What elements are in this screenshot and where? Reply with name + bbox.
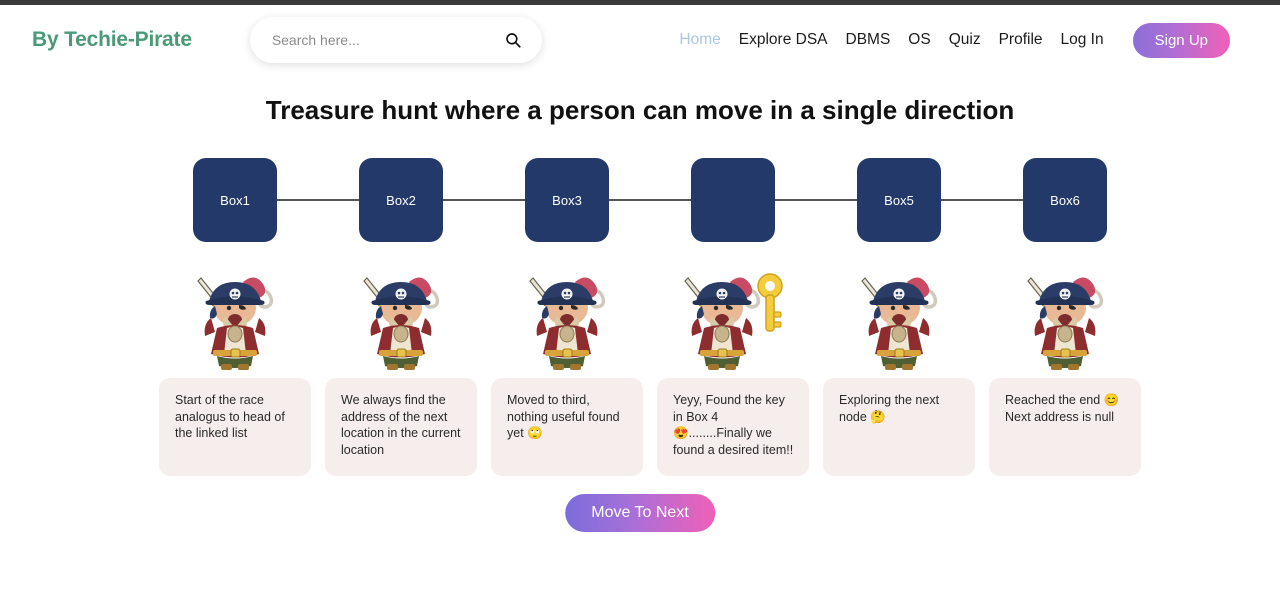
pirate-cell-4: [650, 258, 816, 370]
main-navigation: Home Explore DSA DBMS OS Quiz Profile Lo…: [670, 22, 1230, 58]
brand-logo[interactable]: By Techie-Pirate: [32, 28, 192, 52]
note-card-1: Start of the race analogus to head of th…: [159, 378, 311, 476]
search-bar[interactable]: [249, 17, 542, 63]
pirate-cell-5: [816, 258, 982, 370]
nav-item-profile[interactable]: Profile: [990, 31, 1052, 49]
note-cell: Yeyy, Found the key in Box 4 😍........Fi…: [650, 378, 816, 476]
pirate-cell-6: [982, 258, 1148, 370]
nav-item-home[interactable]: Home: [670, 31, 729, 49]
search-icon[interactable]: [504, 31, 522, 49]
nav-item-explore-dsa[interactable]: Explore DSA: [730, 31, 837, 49]
node-box-5[interactable]: Box5: [857, 158, 941, 242]
note-cell: Exploring the next node 🤔: [816, 378, 982, 476]
site-header: By Techie-Pirate Home Explore DSA DBMS O…: [0, 5, 1280, 75]
note-cell: Reached the end 😊 Next address is null: [982, 378, 1148, 476]
note-card-2: We always find the address of the next l…: [325, 378, 477, 476]
node-box-4[interactable]: [691, 158, 775, 242]
node-box-2[interactable]: Box2: [359, 158, 443, 242]
pirate-cell-3: [484, 258, 650, 370]
nav-item-quiz[interactable]: Quiz: [940, 31, 990, 49]
pirate-icon: [851, 262, 947, 370]
page-title: Treasure hunt where a person can move in…: [265, 95, 1015, 125]
node-box-1[interactable]: Box1: [193, 158, 277, 242]
pirate-icon: [519, 262, 615, 370]
nav-item-log-in[interactable]: Log In: [1052, 31, 1113, 49]
node-box-6[interactable]: Box6: [1023, 158, 1107, 242]
move-to-next-button[interactable]: Move To Next: [565, 494, 715, 532]
node-cell: Box1: [152, 152, 401, 248]
note-cell: Start of the race analogus to head of th…: [152, 378, 318, 476]
note-cell: Moved to third, nothing useful found yet…: [484, 378, 650, 476]
pirate-row: [152, 258, 1148, 370]
linked-list-visualization: Box1 Box2 Box3 Box5 Box6 Start of the ra…: [152, 152, 1148, 476]
search-input[interactable]: [271, 32, 504, 48]
note-cell: We always find the address of the next l…: [318, 378, 484, 476]
note-card-4: Yeyy, Found the key in Box 4 😍........Fi…: [657, 378, 809, 476]
note-card-5: Exploring the next node 🤔: [823, 378, 975, 476]
pirate-cell-1: [152, 258, 318, 370]
key-shape: [757, 273, 783, 332]
pirate-icon: [187, 262, 283, 370]
sign-up-button[interactable]: Sign Up: [1132, 22, 1230, 58]
nav-item-os[interactable]: OS: [899, 31, 939, 49]
pirate-cell-2: [318, 258, 484, 370]
nav-item-dbms[interactable]: DBMS: [837, 31, 900, 49]
note-card-6: Reached the end 😊 Next address is null: [989, 378, 1141, 476]
node-box-3[interactable]: Box3: [525, 158, 609, 242]
note-card-row: Start of the race analogus to head of th…: [152, 378, 1148, 476]
node-box-row: Box1 Box2 Box3 Box5 Box6: [152, 152, 1148, 248]
pirate-icon: [1017, 262, 1113, 370]
pirate-with-key-icon: [674, 262, 792, 370]
note-card-3: Moved to third, nothing useful found yet…: [491, 378, 643, 476]
pirate-icon: [353, 262, 449, 370]
